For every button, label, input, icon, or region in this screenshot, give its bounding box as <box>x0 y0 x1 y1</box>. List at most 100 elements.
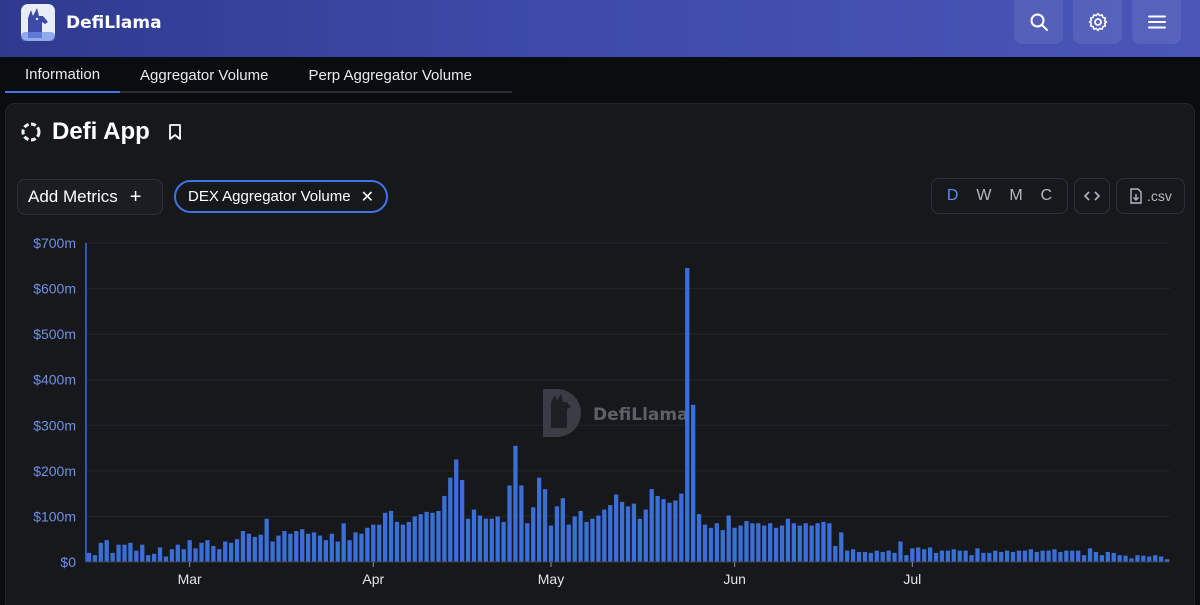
volume-bar[interactable] <box>779 525 785 562</box>
volume-bar[interactable] <box>205 540 210 562</box>
volume-bar[interactable] <box>116 544 121 562</box>
volume-bar[interactable] <box>1058 551 1063 562</box>
volume-bar[interactable] <box>371 524 376 562</box>
volume-bar[interactable] <box>791 523 796 562</box>
volume-bar[interactable] <box>886 550 891 562</box>
volume-bar[interactable] <box>163 556 169 562</box>
volume-bar[interactable] <box>240 531 246 562</box>
volume-bar[interactable] <box>471 509 477 562</box>
volume-bar[interactable] <box>1010 551 1016 562</box>
volume-bar[interactable] <box>306 533 311 562</box>
volume-bar[interactable] <box>329 533 334 562</box>
volume-bar[interactable] <box>833 546 838 562</box>
volume-bar[interactable] <box>122 544 127 562</box>
volume-bar[interactable] <box>430 512 435 562</box>
volume-bar[interactable] <box>1158 556 1164 562</box>
volume-bar[interactable] <box>1111 552 1116 562</box>
volume-bar[interactable] <box>584 521 589 562</box>
volume-bar[interactable] <box>341 523 346 562</box>
volume-bar[interactable] <box>199 542 204 562</box>
volume-bar[interactable] <box>856 551 862 562</box>
volume-bar[interactable] <box>264 518 269 562</box>
volume-bar[interactable] <box>773 527 779 562</box>
volume-bar[interactable] <box>317 535 323 562</box>
volume-bar[interactable] <box>110 552 115 562</box>
volume-bar[interactable] <box>696 514 702 562</box>
volume-bar[interactable] <box>181 549 186 562</box>
volume-bar[interactable] <box>1141 555 1146 562</box>
volume-bar[interactable] <box>525 523 530 562</box>
volume-bar[interactable] <box>572 516 577 562</box>
volume-bar[interactable] <box>217 549 222 562</box>
volume-bar[interactable] <box>785 518 791 562</box>
volume-bar[interactable] <box>667 502 672 562</box>
volume-bar[interactable] <box>134 550 139 562</box>
volume-bar[interactable] <box>596 515 601 562</box>
volume-bar[interactable] <box>418 514 423 562</box>
volume-bar[interactable] <box>566 524 571 562</box>
volume-bar[interactable] <box>756 523 761 562</box>
volume-bar[interactable] <box>679 493 684 562</box>
volume-bar[interactable] <box>969 555 974 562</box>
volume-bar[interactable] <box>608 505 613 562</box>
volume-bar[interactable] <box>1076 550 1081 562</box>
volume-bar[interactable] <box>104 540 109 562</box>
volume-bar[interactable] <box>519 485 524 562</box>
volume-bar[interactable] <box>1153 555 1158 562</box>
volume-bar[interactable] <box>477 515 483 562</box>
volume-bar[interactable] <box>868 552 873 562</box>
volume-bar[interactable] <box>424 511 429 562</box>
volume-bar[interactable] <box>252 536 257 562</box>
volume-bar[interactable] <box>92 555 98 562</box>
volume-bar[interactable] <box>537 477 542 562</box>
volume-bar[interactable] <box>637 518 642 562</box>
volume-bar[interactable] <box>619 501 625 562</box>
volume-bar[interactable] <box>454 459 459 562</box>
volume-bar[interactable] <box>762 525 767 562</box>
volume-bar[interactable] <box>1135 555 1140 562</box>
volume-bar[interactable] <box>151 553 157 562</box>
volume-bar[interactable] <box>862 551 868 562</box>
volume-bar[interactable] <box>246 533 252 562</box>
volume-bar[interactable] <box>311 532 317 562</box>
volume-bar[interactable] <box>1129 558 1134 562</box>
volume-bar[interactable] <box>999 551 1004 562</box>
volume-bar[interactable] <box>1040 550 1045 562</box>
volume-bar[interactable] <box>531 507 536 562</box>
volume-bar[interactable] <box>377 524 382 562</box>
volume-bar[interactable] <box>146 555 151 562</box>
volume-bar[interactable] <box>631 503 637 562</box>
volume-bar[interactable] <box>465 518 471 562</box>
volume-bar[interactable] <box>1016 550 1022 562</box>
volume-bar[interactable] <box>442 495 447 562</box>
volume-bar[interactable] <box>353 532 358 562</box>
volume-bar[interactable] <box>228 542 234 562</box>
volume-bar[interactable] <box>726 515 731 562</box>
volume-bar[interactable] <box>957 550 962 562</box>
volume-bar[interactable] <box>501 521 506 562</box>
volume-bar[interactable] <box>276 535 281 562</box>
volume-bar[interactable] <box>768 523 773 562</box>
volume-bar[interactable] <box>898 541 903 562</box>
volume-bar[interactable] <box>1004 550 1010 562</box>
volume-bar[interactable] <box>910 548 915 562</box>
volume-bar[interactable] <box>548 525 554 562</box>
volume-bar[interactable] <box>412 516 417 562</box>
volume-bar[interactable] <box>685 268 690 562</box>
volume-bar[interactable] <box>347 540 352 562</box>
volume-bar[interactable] <box>394 521 400 562</box>
volume-bar[interactable] <box>927 547 933 562</box>
volume-bar[interactable] <box>939 550 945 562</box>
volume-bar[interactable] <box>625 506 631 562</box>
volume-bar[interactable] <box>359 533 364 562</box>
volume-bar[interactable] <box>323 540 329 562</box>
volume-bar[interactable] <box>809 525 814 562</box>
volume-bar[interactable] <box>708 527 714 562</box>
volume-bar[interactable] <box>661 499 666 562</box>
volume-bar[interactable] <box>554 506 560 562</box>
volume-bar[interactable] <box>1046 550 1051 562</box>
volume-bar[interactable] <box>258 534 263 562</box>
volume-bar[interactable] <box>187 540 192 562</box>
volume-bar[interactable] <box>1087 548 1093 562</box>
volume-bar[interactable] <box>945 550 950 562</box>
